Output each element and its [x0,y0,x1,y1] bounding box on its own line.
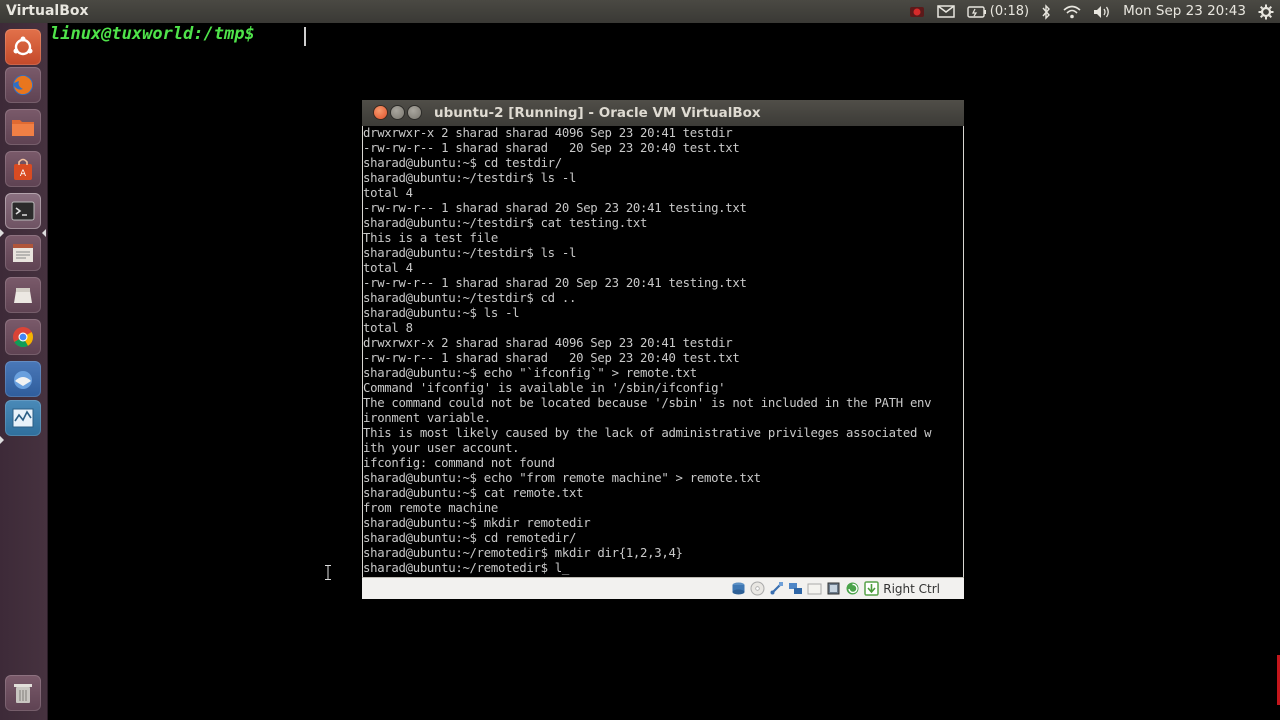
mail-icon[interactable] [937,0,955,23]
launcher-software-center[interactable]: A [5,151,41,187]
console-line: sharad@ubuntu:~$ cat remote.txt [363,486,584,500]
console-line: Command 'ifconfig' is available in '/sbi… [363,381,726,395]
launcher-focus-pip [42,229,46,237]
system-monitor-icon [12,408,34,428]
console-line: sharad@ubuntu:~/testdir$ ls -l [363,171,577,185]
console-line: -rw-rw-r-- 1 sharad sharad 20 Sep 23 20:… [363,201,747,215]
shopping-bag-icon: A [14,158,32,180]
text-editor-icon [13,244,33,262]
launcher-system-monitor[interactable] [5,400,41,436]
host-terminal-cursor [304,27,306,46]
mouse-ibeam-cursor-icon [325,565,331,580]
bluetooth-icon[interactable] [1041,0,1051,23]
virtualbox-vm-window: ubuntu-2 [Running] - Oracle VM VirtualBo… [362,100,964,599]
console-line: sharad@ubuntu:~/remotedir$ l_ [363,561,569,575]
console-line: -rw-rw-r-- 1 sharad sharad 20 Sep 23 20:… [363,351,740,365]
top-panel: VirtualBox (0:18) Mon Sep 23 20:43 [0,0,1280,23]
datetime[interactable]: Mon Sep 23 20:43 [1123,0,1246,23]
console-line: ith your user account. [363,441,520,455]
ubuntu-one-icon [14,288,32,303]
volume-icon[interactable] [1093,0,1111,23]
console-line: -rw-rw-r-- 1 sharad sharad 20 Sep 23 20:… [363,141,740,155]
launcher-firefox[interactable] [5,67,41,103]
console-line: This is a test file [363,231,498,245]
console-line: drwxrwxr-x 2 sharad sharad 4096 Sep 23 2… [363,126,733,140]
launcher-files[interactable] [5,109,41,145]
window-maximize-button[interactable] [408,106,421,119]
network-icon[interactable] [788,581,803,596]
battery-icon [967,5,986,18]
launcher-running-pip [0,436,4,444]
console-line: from remote machine [363,501,498,515]
console-line: ifconfig: command not found [363,456,555,470]
console-line: sharad@ubuntu:~$ mkdir remotedir [363,516,591,530]
launcher-chrome[interactable] [5,319,41,355]
window-minimize-button[interactable] [391,106,404,119]
ubuntu-logo-icon [13,36,33,56]
console-line: sharad@ubuntu:~/testdir$ cat testing.txt [363,216,648,230]
svg-text:A: A [20,169,27,179]
console-line: sharad@ubuntu:~$ echo "`ifconfig`" > rem… [363,366,697,380]
display-icon[interactable] [826,581,841,596]
console-output: drwxrwxr-x 2 sharad sharad 4096 Sep 23 2… [363,126,932,576]
launcher-thunderbird[interactable] [5,361,41,397]
trash-icon [14,684,32,703]
console-line: This is most likely caused by the lack o… [363,426,932,440]
battery-indicator[interactable]: (0:18) [967,0,1029,23]
terminal-icon [11,201,35,221]
console-line: sharad@ubuntu:~$ echo "from remote machi… [363,471,761,485]
thunderbird-icon [14,371,32,389]
launcher: A [0,23,48,720]
launcher-text-editor[interactable] [5,235,41,271]
hard-disk-icon[interactable] [731,581,746,596]
console-line: ironment variable. [363,411,491,425]
console-line: sharad@ubuntu:~/remotedir$ mkdir dir{1,2… [363,546,683,560]
launcher-trash[interactable] [5,675,41,711]
vm-window-titlebar[interactable]: ubuntu-2 [Running] - Oracle VM VirtualBo… [362,100,964,126]
vm-status-bar: Right Ctrl [362,577,964,599]
launcher-terminal[interactable] [5,193,41,229]
console-line: sharad@ubuntu:~$ cd testdir/ [363,156,562,170]
vm-status-icons: Right Ctrl [727,580,940,597]
optical-drive-icon[interactable] [750,581,765,596]
console-line: total 4 [363,261,413,275]
launcher-ubuntu-one[interactable] [5,277,41,313]
host-terminal-prompt: linux@tuxworld:/tmp$ [50,24,255,44]
console-line: sharad@ubuntu:~/testdir$ ls -l [363,246,577,260]
mouse-integration-icon[interactable] [864,581,879,596]
indicator-area: (0:18) Mon Sep 23 20:43 [903,0,1280,23]
wifi-icon[interactable] [1063,0,1081,23]
gear-icon[interactable] [1258,0,1274,23]
vm-console[interactable]: drwxrwxr-x 2 sharad sharad 4096 Sep 23 2… [363,126,963,577]
console-line: The command could not be located because… [363,396,932,410]
folder-icon [12,120,34,136]
console-line: drwxrwxr-x 2 sharad sharad 4096 Sep 23 2… [363,336,733,350]
console-line: sharad@ubuntu:~/testdir$ cd .. [363,291,577,305]
record-icon[interactable] [909,0,925,23]
launcher-dash[interactable] [5,29,41,65]
launcher-active-pip [0,229,4,237]
console-line: sharad@ubuntu:~$ ls -l [363,306,520,320]
active-app-title: VirtualBox [6,3,89,19]
chrome-icon [13,327,34,348]
console-line: -rw-rw-r-- 1 sharad sharad 20 Sep 23 20:… [363,276,747,290]
window-close-button[interactable] [374,106,387,119]
console-line: total 4 [363,186,413,200]
video-capture-icon[interactable] [845,581,860,596]
usb-icon[interactable] [769,581,784,596]
battery-time: (0:18) [989,4,1030,19]
firefox-icon [13,75,33,95]
vm-window-title: ubuntu-2 [Running] - Oracle VM VirtualBo… [434,105,761,121]
shared-folder-icon[interactable] [807,581,822,596]
console-line: sharad@ubuntu:~$ cd remotedir/ [363,531,577,545]
host-key-label: Right Ctrl [883,581,940,596]
console-line: total 8 [363,321,413,335]
